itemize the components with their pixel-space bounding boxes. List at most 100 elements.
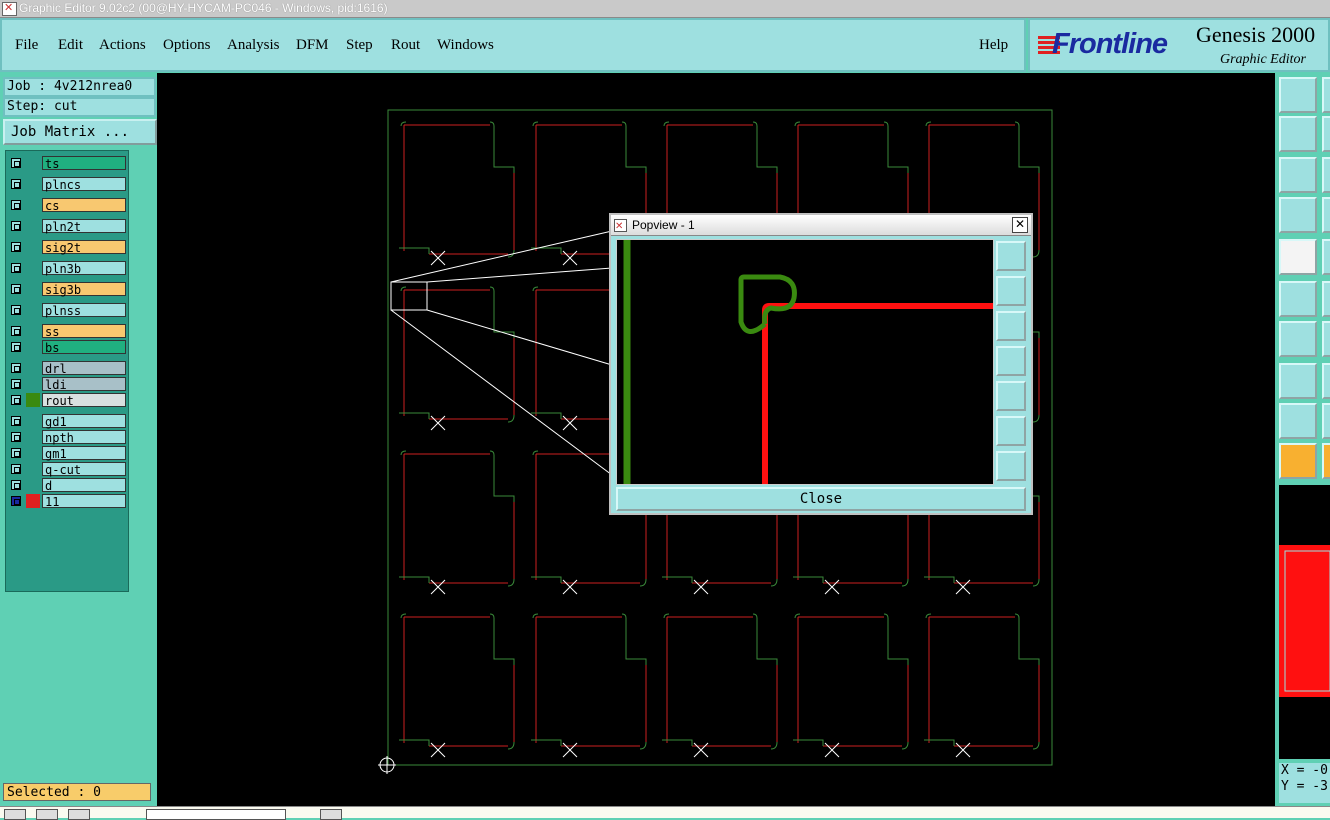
layer-color-swatch[interactable]	[26, 282, 40, 296]
layer-name[interactable]: cs	[42, 198, 126, 213]
layer-checkbox[interactable]	[11, 242, 21, 252]
layer-row-drl[interactable]: drl	[8, 361, 126, 376]
layer-checkbox[interactable]	[11, 200, 21, 210]
layer-color-swatch[interactable]	[26, 303, 40, 317]
popview-zoom-view[interactable]	[616, 239, 994, 485]
menu-step[interactable]: Step	[346, 37, 373, 54]
layer-row-pln3b[interactable]: pln3b	[8, 261, 126, 276]
layer-checkbox[interactable]	[11, 464, 21, 474]
command-field[interactable]	[146, 809, 286, 820]
overview-minimap[interactable]	[1279, 485, 1330, 759]
layer-name[interactable]: bs	[42, 340, 126, 355]
measure-icon[interactable]	[1279, 321, 1317, 357]
layer-row-ss[interactable]: ss	[8, 324, 126, 339]
toolbar-overflow[interactable]	[1322, 443, 1330, 479]
layer-name[interactable]: q-cut	[42, 462, 126, 477]
layer-checkbox[interactable]	[11, 263, 21, 273]
layer-checkbox[interactable]	[11, 158, 21, 168]
layer-name[interactable]: ts	[42, 156, 126, 171]
layer-row-ldi[interactable]: ldi	[8, 377, 126, 392]
layer-checkbox[interactable]	[11, 284, 21, 294]
layer-name[interactable]: gd1	[42, 414, 126, 429]
layer-checkbox[interactable]	[11, 379, 21, 389]
layer-name[interactable]: npth	[42, 430, 126, 445]
layer-checkbox[interactable]	[11, 179, 21, 189]
menu-actions[interactable]: Actions	[99, 37, 146, 54]
layer-checkbox[interactable]	[11, 326, 21, 336]
layer-row-bs[interactable]: bs	[8, 340, 126, 355]
layer-row-11[interactable]: 11	[8, 494, 126, 509]
layer-row-plnss[interactable]: plnss	[8, 303, 126, 318]
status-button[interactable]	[320, 809, 342, 820]
window-left-icon[interactable]	[1279, 116, 1317, 152]
layer-color-swatch[interactable]	[26, 462, 40, 476]
toolbar-overflow[interactable]	[1322, 281, 1330, 317]
layer-color-swatch[interactable]	[26, 198, 40, 212]
pan-left-icon[interactable]	[996, 346, 1026, 376]
layer-row-gm1[interactable]: gm1	[8, 446, 126, 461]
toolbar-overflow[interactable]	[1322, 77, 1330, 113]
layer-name[interactable]: ldi	[42, 377, 126, 392]
layer-row-npth[interactable]: npth	[8, 430, 126, 445]
menu-help[interactable]: Help	[979, 37, 1008, 54]
layer-name[interactable]: ss	[42, 324, 126, 339]
layer-checkbox[interactable]	[11, 363, 21, 373]
layer-row-d[interactable]: d	[8, 478, 126, 493]
fit-view-icon[interactable]	[1279, 157, 1317, 193]
layer-color-swatch[interactable]	[26, 478, 40, 492]
layer-name[interactable]: pln3b	[42, 261, 126, 276]
layer-checkbox[interactable]	[11, 416, 21, 426]
menu-file[interactable]: File	[15, 37, 38, 54]
layer-name[interactable]: 11	[42, 494, 126, 509]
zoom-home-icon[interactable]	[996, 241, 1026, 271]
layer-color-swatch[interactable]	[26, 340, 40, 354]
layer-color-swatch[interactable]	[26, 219, 40, 233]
close-button[interactable]: Close	[616, 487, 1026, 511]
layer-checkbox[interactable]	[11, 342, 21, 352]
menu-windows[interactable]: Windows	[437, 37, 494, 54]
layer-name[interactable]: sig2t	[42, 240, 126, 255]
layer-row-q-cut[interactable]: q-cut	[8, 462, 126, 477]
menu-rout[interactable]: Rout	[391, 37, 420, 54]
layer-name[interactable]: d	[42, 478, 126, 493]
layer-name[interactable]: plncs	[42, 177, 126, 192]
toolbar-overflow[interactable]	[1322, 239, 1330, 275]
settings-tools-icon[interactable]	[1279, 197, 1317, 233]
pan-up-icon[interactable]	[996, 276, 1026, 306]
layer-color-swatch[interactable]	[26, 261, 40, 275]
layer-color-swatch[interactable]	[26, 393, 40, 407]
toolbar-overflow[interactable]	[1322, 197, 1330, 233]
toolbar-overflow[interactable]	[1322, 321, 1330, 357]
status-button[interactable]	[4, 809, 26, 820]
layer-color-swatch[interactable]	[26, 446, 40, 460]
layer-color-swatch[interactable]	[26, 377, 40, 391]
layer-checkbox[interactable]	[11, 221, 21, 231]
layer-name[interactable]: pln2t	[42, 219, 126, 234]
layer-checkbox[interactable]	[11, 395, 21, 405]
layer-checkbox[interactable]	[11, 432, 21, 442]
layer-color-swatch[interactable]	[26, 324, 40, 338]
layer-row-gd1[interactable]: gd1	[8, 414, 126, 429]
layer-row-pln2t[interactable]: pln2t	[8, 219, 126, 234]
toolbar-overflow[interactable]	[1322, 116, 1330, 152]
layer-name[interactable]: sig3b	[42, 282, 126, 297]
triangle-icon[interactable]	[1279, 403, 1317, 439]
layer-row-cs[interactable]: cs	[8, 198, 126, 213]
layer-color-swatch[interactable]	[26, 494, 40, 508]
snap-icon[interactable]	[1279, 363, 1317, 399]
layer-color-swatch[interactable]	[26, 177, 40, 191]
layer-color-swatch[interactable]	[26, 361, 40, 375]
net-connect-icon[interactable]	[1279, 281, 1317, 317]
layer-row-sig2t[interactable]: sig2t	[8, 240, 126, 255]
layer-row-ts[interactable]: ts	[8, 156, 126, 171]
pan-right-icon[interactable]	[996, 381, 1026, 411]
toolbar-overflow[interactable]	[1322, 403, 1330, 439]
layer-color-swatch[interactable]	[26, 414, 40, 428]
toolbar-overflow[interactable]	[1322, 157, 1330, 193]
zoom-out-icon[interactable]	[996, 451, 1026, 481]
pointer-icon[interactable]	[1279, 443, 1317, 479]
layer-name[interactable]: rout	[42, 393, 126, 408]
menu-analysis[interactable]: Analysis	[227, 37, 280, 54]
menu-dfm[interactable]: DFM	[296, 37, 329, 54]
layer-color-swatch[interactable]	[26, 240, 40, 254]
